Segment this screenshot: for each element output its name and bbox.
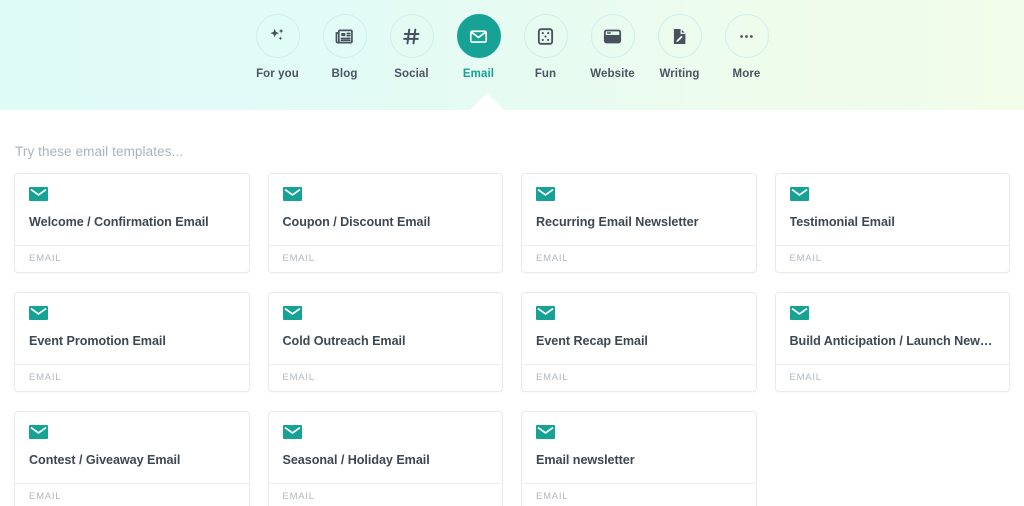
card-title: Recurring Email Newsletter [536, 215, 699, 229]
card-body: Coupon / Discount Email [269, 174, 503, 245]
browser-window-icon [602, 26, 623, 47]
card-title: Coupon / Discount Email [282, 215, 431, 229]
document-pen-icon [669, 26, 690, 47]
card-category: EMAIL [775, 364, 1009, 391]
card-body: Event Promotion Email [15, 293, 249, 364]
category-nav-bar: For you Blog Social Email Fun Website Wr… [0, 0, 1024, 110]
card-title: Testimonial Email [789, 215, 895, 229]
card-title: Event Promotion Email [29, 334, 166, 348]
envelope-icon [29, 425, 235, 439]
template-card[interactable]: Build Anticipation / Launch New… EMAIL [774, 292, 1010, 392]
card-title: Cold Outreach Email [282, 334, 406, 348]
envelope-icon [282, 187, 489, 201]
nav-label: More [732, 68, 761, 80]
nav-label: Fun [534, 68, 557, 80]
card-body: Welcome / Confirmation Email [15, 174, 249, 245]
card-category: EMAIL [268, 364, 502, 391]
nav-label: Website [590, 68, 635, 80]
card-body: Build Anticipation / Launch New… [776, 293, 1010, 364]
nav-item-website[interactable]: Website [579, 14, 646, 80]
nav-icon-wrap [456, 14, 501, 58]
card-category: EMAIL [775, 245, 1009, 272]
envelope-icon [536, 187, 742, 201]
nav-icon-wrap [255, 14, 300, 58]
nav-icon-wrap [523, 14, 568, 58]
template-card[interactable]: Email newsletter EMAIL [521, 411, 757, 506]
nav-item-fun[interactable]: Fun [512, 14, 579, 80]
template-card-grid: Welcome / Confirmation Email EMAIL Coupo… [14, 173, 1010, 506]
template-card[interactable]: Contest / Giveaway Email EMAIL [14, 411, 250, 506]
envelope-icon [468, 26, 489, 47]
envelope-icon [29, 306, 235, 320]
card-body: Email newsletter [522, 412, 756, 483]
nav-icon-wrap [389, 14, 434, 58]
card-category: EMAIL [268, 245, 502, 272]
template-card[interactable]: Welcome / Confirmation Email EMAIL [14, 173, 250, 273]
envelope-icon [282, 306, 489, 320]
active-tab-pointer [470, 93, 504, 110]
templates-section: Try these email templates... Welcome / C… [0, 110, 1024, 506]
nav-icon-wrap [322, 14, 367, 58]
card-body: Contest / Giveaway Email [15, 412, 249, 483]
card-category: EMAIL [15, 364, 249, 391]
envelope-icon [789, 306, 996, 320]
envelope-icon [789, 187, 996, 201]
ellipsis-icon [736, 26, 757, 47]
category-list: For you Blog Social Email Fun Website Wr… [244, 0, 780, 80]
nav-label: Email [462, 68, 495, 80]
template-card[interactable]: Event Recap Email EMAIL [521, 292, 757, 392]
card-title: Email newsletter [536, 453, 635, 467]
card-title: Contest / Giveaway Email [29, 453, 181, 467]
envelope-icon [536, 425, 742, 439]
nav-label: For you [256, 68, 299, 80]
template-card[interactable]: Event Promotion Email EMAIL [14, 292, 250, 392]
nav-item-writing[interactable]: Writing [646, 14, 713, 80]
template-card[interactable]: Testimonial Email EMAIL [774, 173, 1010, 273]
card-category: EMAIL [268, 483, 502, 506]
card-body: Testimonial Email [776, 174, 1010, 245]
template-card[interactable]: Recurring Email Newsletter EMAIL [521, 173, 757, 273]
nav-icon-wrap [724, 14, 769, 58]
nav-item-blog[interactable]: Blog [311, 14, 378, 80]
card-title: Build Anticipation / Launch New… [789, 334, 993, 348]
template-card[interactable]: Cold Outreach Email EMAIL [267, 292, 503, 392]
card-title: Welcome / Confirmation Email [29, 215, 209, 229]
nav-label: Blog [331, 68, 358, 80]
template-card[interactable]: Seasonal / Holiday Email EMAIL [267, 411, 503, 506]
card-category: EMAIL [522, 364, 756, 391]
nav-label: Writing [659, 68, 700, 80]
nav-label: Social [394, 68, 429, 80]
nav-item-more[interactable]: More [713, 14, 780, 80]
nav-icon-wrap [657, 14, 702, 58]
envelope-icon [29, 187, 235, 201]
nav-item-email[interactable]: Email [445, 14, 512, 80]
hash-icon [401, 26, 422, 47]
card-category: EMAIL [522, 483, 756, 506]
dice-icon [535, 26, 556, 47]
sparkles-icon [267, 25, 289, 47]
card-title: Event Recap Email [536, 334, 648, 348]
card-category: EMAIL [522, 245, 756, 272]
nav-item-for-you[interactable]: For you [244, 14, 311, 80]
newspaper-icon [334, 26, 355, 47]
section-title: Try these email templates... [15, 144, 184, 159]
nav-icon-wrap [590, 14, 635, 58]
card-body: Cold Outreach Email [269, 293, 503, 364]
template-card[interactable]: Coupon / Discount Email EMAIL [267, 173, 503, 273]
card-title: Seasonal / Holiday Email [282, 453, 430, 467]
card-body: Recurring Email Newsletter [522, 174, 756, 245]
card-body: Seasonal / Holiday Email [269, 412, 503, 483]
card-category: EMAIL [15, 245, 249, 272]
card-category: EMAIL [15, 483, 249, 506]
nav-item-social[interactable]: Social [378, 14, 445, 80]
envelope-icon [536, 306, 742, 320]
card-body: Event Recap Email [522, 293, 756, 364]
envelope-icon [282, 425, 489, 439]
